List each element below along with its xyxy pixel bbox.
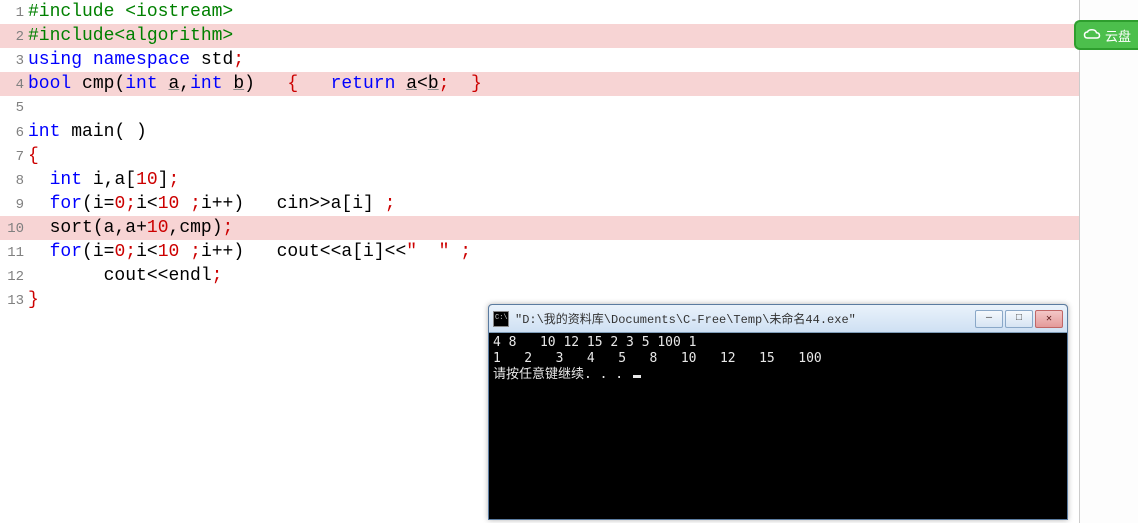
code-line[interactable]: 12 cout<<endl; <box>0 264 1079 288</box>
code-text[interactable]: int i,a[10]; <box>28 168 1079 192</box>
console-line: 请按任意键继续. . . <box>493 367 1063 383</box>
line-number: 1 <box>0 1 28 25</box>
console-line: 4 8 10 12 15 2 3 5 100 1 <box>493 335 1063 351</box>
code-line[interactable]: 2#include<algorithm> <box>0 24 1079 48</box>
console-app-icon <box>493 311 509 327</box>
console-window[interactable]: "D:\我的资料库\Documents\C-Free\Temp\未命名44.ex… <box>488 304 1068 520</box>
line-number: 13 <box>0 289 28 313</box>
maximize-button[interactable]: □ <box>1005 310 1033 328</box>
code-line[interactable]: 3using namespace std; <box>0 48 1079 72</box>
console-line: 1 2 3 4 5 8 10 12 15 100 <box>493 351 1063 367</box>
code-line[interactable]: 6int main( ) <box>0 120 1079 144</box>
console-titlebar[interactable]: "D:\我的资料库\Documents\C-Free\Temp\未命名44.ex… <box>489 305 1067 333</box>
minimize-button[interactable]: — <box>975 310 1003 328</box>
line-number: 12 <box>0 265 28 289</box>
code-text[interactable]: for(i=0;i<10 ;i++) cin>>a[i] ; <box>28 192 1079 216</box>
console-title: "D:\我的资料库\Documents\C-Free\Temp\未命名44.ex… <box>515 310 975 327</box>
line-number: 4 <box>0 73 28 97</box>
line-number: 3 <box>0 49 28 73</box>
code-line[interactable]: 1#include <iostream> <box>0 0 1079 24</box>
code-line[interactable]: 10 sort(a,a+10,cmp); <box>0 216 1079 240</box>
line-number: 9 <box>0 193 28 217</box>
line-number: 2 <box>0 25 28 49</box>
line-number: 11 <box>0 241 28 265</box>
code-line[interactable]: 8 int i,a[10]; <box>0 168 1079 192</box>
code-text[interactable]: bool cmp(int a,int b) { return a<b; } <box>28 72 1079 96</box>
cloud-disk-badge[interactable]: 云盘 <box>1074 20 1138 50</box>
line-number: 7 <box>0 145 28 169</box>
close-button[interactable]: ✕ <box>1035 310 1063 328</box>
code-text[interactable]: cout<<endl; <box>28 264 1079 288</box>
console-output[interactable]: 4 8 10 12 15 2 3 5 100 11 2 3 4 5 8 10 1… <box>489 333 1067 385</box>
line-number: 8 <box>0 169 28 193</box>
code-text[interactable]: using namespace std; <box>28 48 1079 72</box>
code-text[interactable]: #include <iostream> <box>28 0 1079 24</box>
code-line[interactable]: 9 for(i=0;i<10 ;i++) cin>>a[i] ; <box>0 192 1079 216</box>
code-line[interactable]: 5 <box>0 96 1079 120</box>
code-text[interactable]: sort(a,a+10,cmp); <box>28 216 1079 240</box>
editor-right-margin <box>1080 0 1138 523</box>
code-text[interactable]: for(i=0;i<10 ;i++) cout<<a[i]<<" " ; <box>28 240 1079 264</box>
code-text[interactable]: int main( ) <box>28 120 1079 144</box>
cloud-icon <box>1083 28 1101 42</box>
code-text[interactable]: #include<algorithm> <box>28 24 1079 48</box>
line-number: 10 <box>0 217 28 241</box>
console-cursor <box>633 375 641 378</box>
line-number: 5 <box>0 96 28 120</box>
code-text[interactable]: { <box>28 144 1079 168</box>
code-line[interactable]: 7{ <box>0 144 1079 168</box>
cloud-label: 云盘 <box>1105 26 1131 45</box>
window-controls: — □ ✕ <box>975 310 1063 328</box>
code-line[interactable]: 4bool cmp(int a,int b) { return a<b; } <box>0 72 1079 96</box>
code-line[interactable]: 11 for(i=0;i<10 ;i++) cout<<a[i]<<" " ; <box>0 240 1079 264</box>
line-number: 6 <box>0 121 28 145</box>
